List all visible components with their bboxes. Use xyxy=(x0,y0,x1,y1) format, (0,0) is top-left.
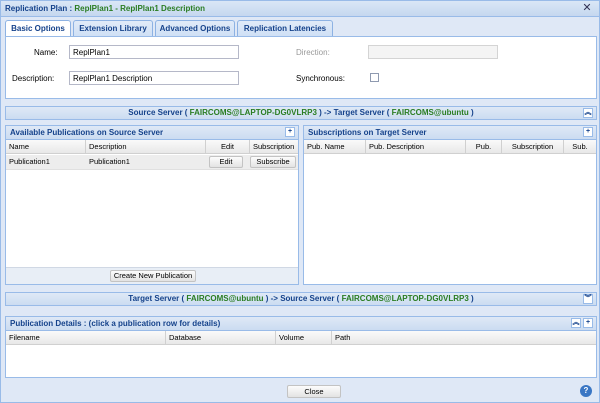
publication-details-title: Publication Details : (click a publicati… xyxy=(10,319,221,328)
column-pub-description[interactable]: Pub. Description xyxy=(366,140,466,154)
available-publications-panel: Available Publications on Source Server … xyxy=(5,125,299,285)
column-name[interactable]: Name xyxy=(6,140,86,154)
publication-details-header: Publication Details : (click a publicati… xyxy=(6,317,596,331)
window-title-plan: ReplPlan1 - ReplPlan1 Description xyxy=(74,4,206,13)
column-filename[interactable]: Filename xyxy=(6,331,166,345)
replication-plan-window: Replication Plan : ReplPlan1 - ReplPlan1… xyxy=(0,0,600,403)
target-strip-suffix: ) xyxy=(468,294,474,303)
collapse-up-icon[interactable]: ︽ xyxy=(571,318,581,328)
tab-advanced-options[interactable]: Advanced Options xyxy=(155,20,235,37)
add-icon[interactable]: + xyxy=(583,318,593,328)
window-titlebar[interactable]: Replication Plan : ReplPlan1 - ReplPlan1… xyxy=(1,1,599,17)
source-strip-target-server: FAIRCOMS@ubuntu xyxy=(391,108,469,117)
source-strip-prefix: Source Server ( xyxy=(128,108,190,117)
target-strip-target-server: FAIRCOMS@ubuntu xyxy=(186,294,264,303)
column-volume[interactable]: Volume xyxy=(276,331,332,345)
close-button[interactable]: Close xyxy=(287,385,341,398)
target-strip-prefix: Target Server ( xyxy=(128,294,187,303)
source-strip-source-server: FAIRCOMS@LAPTOP-DG0VLRP3 xyxy=(189,108,317,117)
source-strip-suffix: ) xyxy=(468,108,474,117)
subscribe-button[interactable]: Subscribe xyxy=(250,156,296,168)
target-to-source-strip: Target Server ( FAIRCOMS@ubuntu ) -> Sou… xyxy=(5,292,597,306)
column-description[interactable]: Description xyxy=(86,140,206,154)
window-title-prefix: Replication Plan : xyxy=(5,4,75,13)
subscriptions-columns: Pub. Name Pub. Description Pub. Subscrip… xyxy=(304,140,596,154)
description-label: Description: xyxy=(12,74,55,83)
target-strip-source-server: FAIRCOMS@LAPTOP-DG0VLRP3 xyxy=(341,294,469,303)
close-icon[interactable]: ✕ xyxy=(581,2,593,14)
column-sub[interactable]: Sub. xyxy=(564,140,596,154)
available-publications-header: Available Publications on Source Server … xyxy=(6,126,298,140)
synchronous-checkbox[interactable] xyxy=(370,73,379,82)
create-new-publication-button[interactable]: Create New Publication xyxy=(110,270,196,282)
publication-description: Publication1 xyxy=(89,157,130,166)
subscriptions-panel: Subscriptions on Target Server + Pub. Na… xyxy=(303,125,597,285)
tab-replication-latencies[interactable]: Replication Latencies xyxy=(237,20,333,37)
available-publications-columns: Name Description Edit Subscription xyxy=(6,140,298,154)
direction-label: Direction: xyxy=(296,48,330,57)
available-publications-footer: Create New Publication xyxy=(6,267,298,284)
name-label: Name: xyxy=(34,48,58,57)
subscriptions-header: Subscriptions on Target Server + xyxy=(304,126,596,140)
tab-extension-library[interactable]: Extension Library xyxy=(73,20,153,37)
synchronous-label: Synchronous: xyxy=(296,74,345,83)
table-row[interactable]: Publication1 Publication1 Edit Subscribe xyxy=(6,155,298,170)
description-field[interactable]: ReplPlan1 Description xyxy=(69,71,239,85)
basic-options-panel: Name: ReplPlan1 Description: ReplPlan1 D… xyxy=(5,36,597,99)
add-icon[interactable]: + xyxy=(285,127,295,137)
window-title: Replication Plan : ReplPlan1 - ReplPlan1… xyxy=(5,4,205,13)
column-path[interactable]: Path xyxy=(332,331,596,345)
name-field[interactable]: ReplPlan1 xyxy=(69,45,239,59)
column-database[interactable]: Database xyxy=(166,331,276,345)
publication-details-panel: Publication Details : (click a publicati… xyxy=(5,316,597,378)
column-pub[interactable]: Pub. xyxy=(466,140,502,154)
column-subscription[interactable]: Subscription xyxy=(502,140,564,154)
collapse-up-icon[interactable]: ︽ xyxy=(583,108,593,118)
add-icon[interactable]: + xyxy=(583,127,593,137)
column-subscription[interactable]: Subscription xyxy=(250,140,298,154)
publication-name: Publication1 xyxy=(9,157,50,166)
subscriptions-title: Subscriptions on Target Server xyxy=(308,128,427,137)
window-footer: Close ? xyxy=(1,381,599,402)
expand-down-icon[interactable]: ︾ xyxy=(583,294,593,304)
target-strip-middle: ) -> Source Server ( xyxy=(263,294,342,303)
column-edit[interactable]: Edit xyxy=(206,140,250,154)
direction-field xyxy=(368,45,498,59)
edit-button[interactable]: Edit xyxy=(209,156,243,168)
source-to-target-strip: Source Server ( FAIRCOMS@LAPTOP-DG0VLRP3… xyxy=(5,106,597,120)
available-publications-title: Available Publications on Source Server xyxy=(10,128,164,137)
help-icon[interactable]: ? xyxy=(580,385,592,397)
publication-details-columns: Filename Database Volume Path xyxy=(6,331,596,345)
source-strip-middle: ) -> Target Server ( xyxy=(316,108,392,117)
column-pub-name[interactable]: Pub. Name xyxy=(304,140,366,154)
